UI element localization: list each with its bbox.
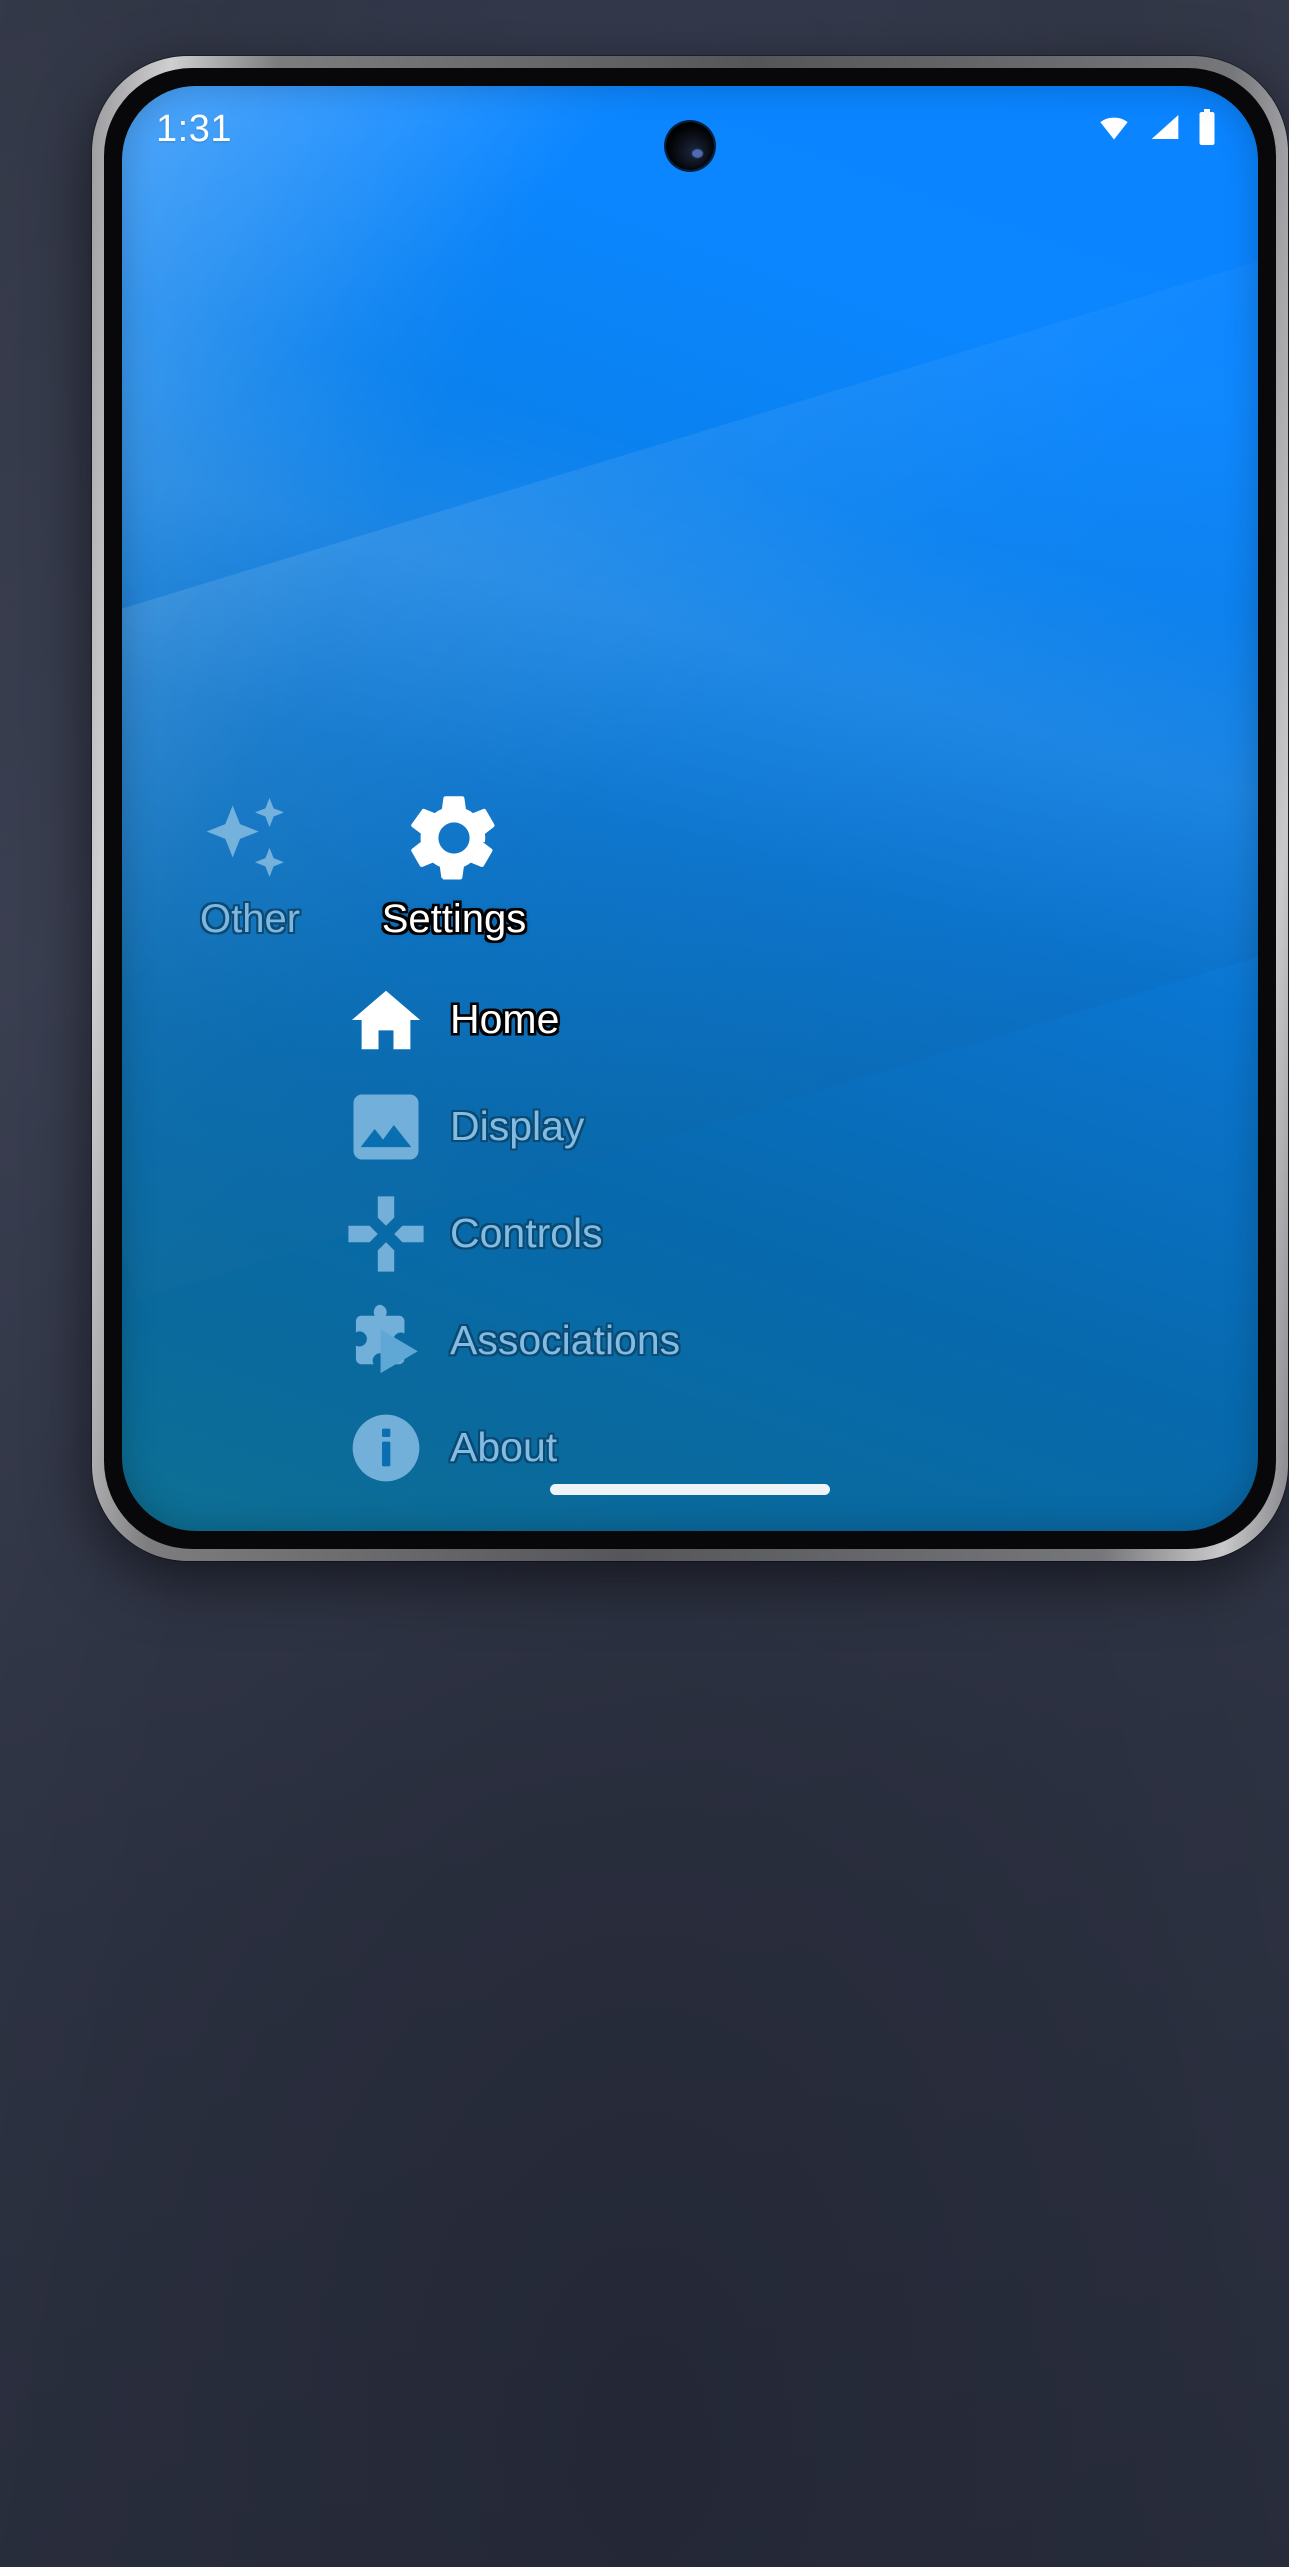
category-settings[interactable]: Settings [374, 786, 534, 940]
settings-overlay-menu: Other Settings Home Display Controls Ass… [122, 86, 1258, 1531]
category-row: Other Settings [122, 786, 1258, 940]
image-icon [344, 1085, 428, 1169]
menu-item-controls[interactable]: Controls [122, 1180, 1258, 1287]
home-icon [344, 978, 428, 1062]
front-camera [666, 122, 714, 170]
puzzle-play-icon [344, 1299, 428, 1383]
category-other[interactable]: Other [170, 786, 330, 940]
status-clock: 1:31 [156, 107, 232, 150]
menu-item-home-label: Home [450, 996, 560, 1042]
menu-item-associations-label: Associations [450, 1317, 681, 1363]
category-other-label: Other [199, 897, 301, 941]
info-circle-icon [344, 1406, 428, 1490]
gear-icon [402, 786, 506, 890]
menu-item-list: Home Display Controls Associations About [122, 966, 1258, 1501]
menu-item-display[interactable]: Display [122, 1073, 1258, 1180]
status-icon-group [1094, 108, 1218, 150]
sparkles-icon [198, 786, 302, 890]
phone-screen: 1:31 Other Settings Home Display Control… [122, 86, 1258, 1531]
dpad-icon [344, 1192, 428, 1276]
menu-item-home[interactable]: Home [122, 966, 1258, 1073]
cellular-signal-icon [1147, 111, 1183, 148]
menu-item-about-label: About [450, 1424, 558, 1470]
wifi-icon [1094, 111, 1134, 148]
menu-item-associations[interactable]: Associations [122, 1287, 1258, 1394]
gesture-navigation-pill[interactable] [550, 1484, 830, 1495]
menu-item-display-label: Display [450, 1103, 585, 1149]
phone-device: 1:31 Other Settings Home Display Control… [46, 28, 1288, 1561]
category-settings-label: Settings [381, 897, 527, 941]
battery-icon [1196, 108, 1218, 150]
menu-item-controls-label: Controls [450, 1210, 603, 1256]
